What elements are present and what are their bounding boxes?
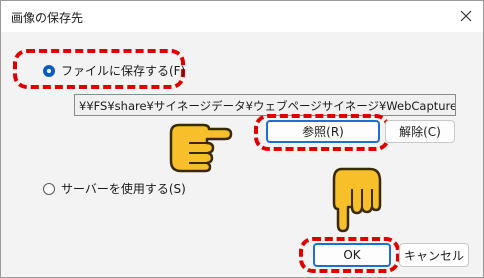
clear-button[interactable]: 解除(C): [385, 120, 455, 143]
file-option-label: ファイルに保存する(F): [61, 64, 186, 78]
close-icon: [460, 10, 472, 22]
save-destination-dialog: 画像の保存先 ファイルに保存する(F) ¥¥FS¥share¥サイネージデータ¥…: [0, 0, 484, 278]
browse-button[interactable]: 参照(R): [266, 120, 380, 143]
server-radio[interactable]: [43, 182, 55, 195]
file-option[interactable]: ファイルに保存する(F): [43, 62, 185, 79]
title-bar: 画像の保存先: [1, 1, 483, 32]
pointing-down-hand-icon: [332, 167, 382, 233]
ok-button[interactable]: OK: [313, 243, 391, 267]
path-field[interactable]: ¥¥FS¥share¥サイネージデータ¥ウェブページサイネージ¥WebCaptu…: [74, 94, 456, 116]
close-button[interactable]: [455, 5, 477, 27]
server-option-label: サーバーを使用する(S): [61, 182, 186, 196]
cancel-button[interactable]: キャンセル: [399, 243, 469, 267]
file-radio[interactable]: [43, 64, 55, 77]
server-option[interactable]: サーバーを使用する(S): [43, 180, 186, 197]
pointing-right-hand-icon: [169, 123, 233, 173]
dialog-title: 画像の保存先: [11, 11, 84, 25]
